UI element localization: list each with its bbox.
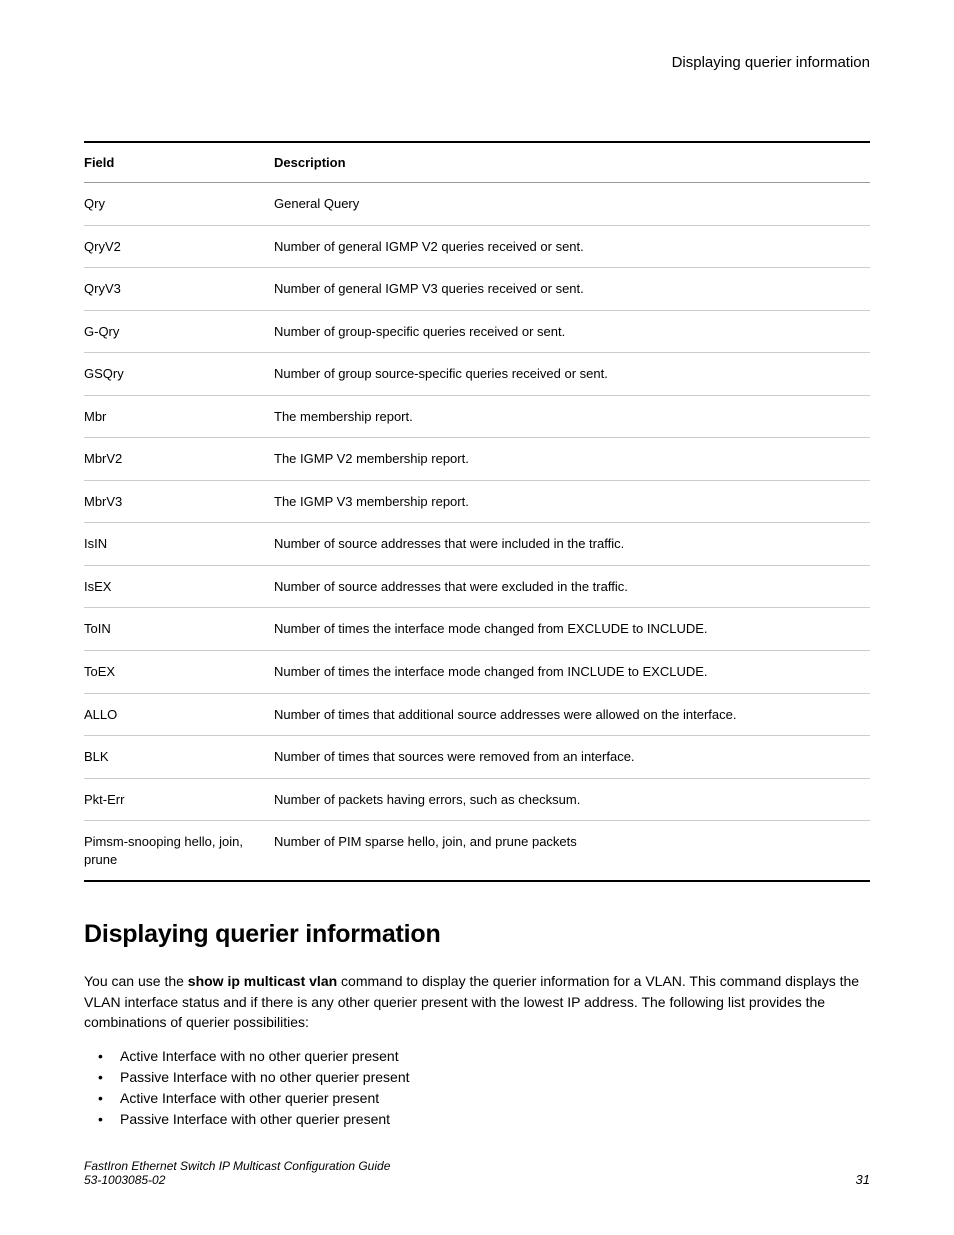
cell-description: The IGMP V3 membership report. <box>274 480 870 523</box>
cell-field: Pkt-Err <box>84 778 274 821</box>
list-item: Active Interface with other querier pres… <box>92 1088 870 1109</box>
page: Displaying querier information Field Des… <box>0 0 954 1235</box>
section-title: Displaying querier information <box>84 920 870 949</box>
cell-description: The membership report. <box>274 395 870 438</box>
footer-page-number: 31 <box>856 1172 870 1187</box>
running-header: Displaying querier information <box>84 54 870 71</box>
table-row: ALLONumber of times that additional sour… <box>84 693 870 736</box>
cell-field: QryV2 <box>84 225 274 268</box>
cell-description: Number of group-specific queries receive… <box>274 310 870 353</box>
cell-field: ALLO <box>84 693 274 736</box>
cell-field: GSQry <box>84 353 274 396</box>
table-row: IsEXNumber of source addresses that were… <box>84 565 870 608</box>
table-row: BLKNumber of times that sources were rem… <box>84 736 870 779</box>
table-row: Pimsm-snooping hello, join, pruneNumber … <box>84 821 870 882</box>
cell-description: Number of PIM sparse hello, join, and pr… <box>274 821 870 882</box>
list-item: Passive Interface with other querier pre… <box>92 1109 870 1130</box>
table-row: MbrV2The IGMP V2 membership report. <box>84 438 870 481</box>
cell-description: Number of general IGMP V3 queries receiv… <box>274 268 870 311</box>
cell-description: Number of times the interface mode chang… <box>274 651 870 694</box>
cell-description: Number of times that additional source a… <box>274 693 870 736</box>
table-row: GSQryNumber of group source-specific que… <box>84 353 870 396</box>
table-header-row: Field Description <box>84 142 870 183</box>
table-row: G-QryNumber of group-specific queries re… <box>84 310 870 353</box>
cell-description: Number of source addresses that were inc… <box>274 523 870 566</box>
table-row: ToINNumber of times the interface mode c… <box>84 608 870 651</box>
cell-description: Number of packets having errors, such as… <box>274 778 870 821</box>
field-description-table: Field Description QryGeneral QueryQryV2N… <box>84 141 870 882</box>
table-row: IsINNumber of source addresses that were… <box>84 523 870 566</box>
cell-field: MbrV2 <box>84 438 274 481</box>
cell-description: Number of source addresses that were exc… <box>274 565 870 608</box>
cell-field: MbrV3 <box>84 480 274 523</box>
command-name: show ip multicast vlan <box>188 973 337 989</box>
cell-field: ToEX <box>84 651 274 694</box>
bullet-list: Active Interface with no other querier p… <box>84 1046 870 1130</box>
cell-field: ToIN <box>84 608 274 651</box>
cell-field: G-Qry <box>84 310 274 353</box>
list-item: Passive Interface with no other querier … <box>92 1067 870 1088</box>
th-description: Description <box>274 142 870 183</box>
footer-left: FastIron Ethernet Switch IP Multicast Co… <box>84 1159 390 1187</box>
cell-field: IsIN <box>84 523 274 566</box>
table-row: QryV3Number of general IGMP V3 queries r… <box>84 268 870 311</box>
cell-field: Qry <box>84 183 274 226</box>
cell-description: Number of group source-specific queries … <box>274 353 870 396</box>
cell-description: Number of times the interface mode chang… <box>274 608 870 651</box>
cell-description: Number of general IGMP V2 queries receiv… <box>274 225 870 268</box>
table-row: QryV2Number of general IGMP V2 queries r… <box>84 225 870 268</box>
table-row: ToEXNumber of times the interface mode c… <box>84 651 870 694</box>
cell-description: Number of times that sources were remove… <box>274 736 870 779</box>
page-footer: FastIron Ethernet Switch IP Multicast Co… <box>84 1159 870 1187</box>
footer-doc-number: 53-1003085-02 <box>84 1173 390 1187</box>
list-item: Active Interface with no other querier p… <box>92 1046 870 1067</box>
para-pre: You can use the <box>84 973 188 989</box>
cell-field: QryV3 <box>84 268 274 311</box>
section-paragraph: You can use the show ip multicast vlan c… <box>84 971 870 1032</box>
th-field: Field <box>84 142 274 183</box>
cell-field: Mbr <box>84 395 274 438</box>
cell-description: General Query <box>274 183 870 226</box>
table-row: MbrV3The IGMP V3 membership report. <box>84 480 870 523</box>
table-row: Pkt-ErrNumber of packets having errors, … <box>84 778 870 821</box>
cell-field: Pimsm-snooping hello, join, prune <box>84 821 274 882</box>
cell-description: The IGMP V2 membership report. <box>274 438 870 481</box>
table-row: MbrThe membership report. <box>84 395 870 438</box>
cell-field: IsEX <box>84 565 274 608</box>
table-row: QryGeneral Query <box>84 183 870 226</box>
footer-doc-title: FastIron Ethernet Switch IP Multicast Co… <box>84 1159 390 1173</box>
cell-field: BLK <box>84 736 274 779</box>
